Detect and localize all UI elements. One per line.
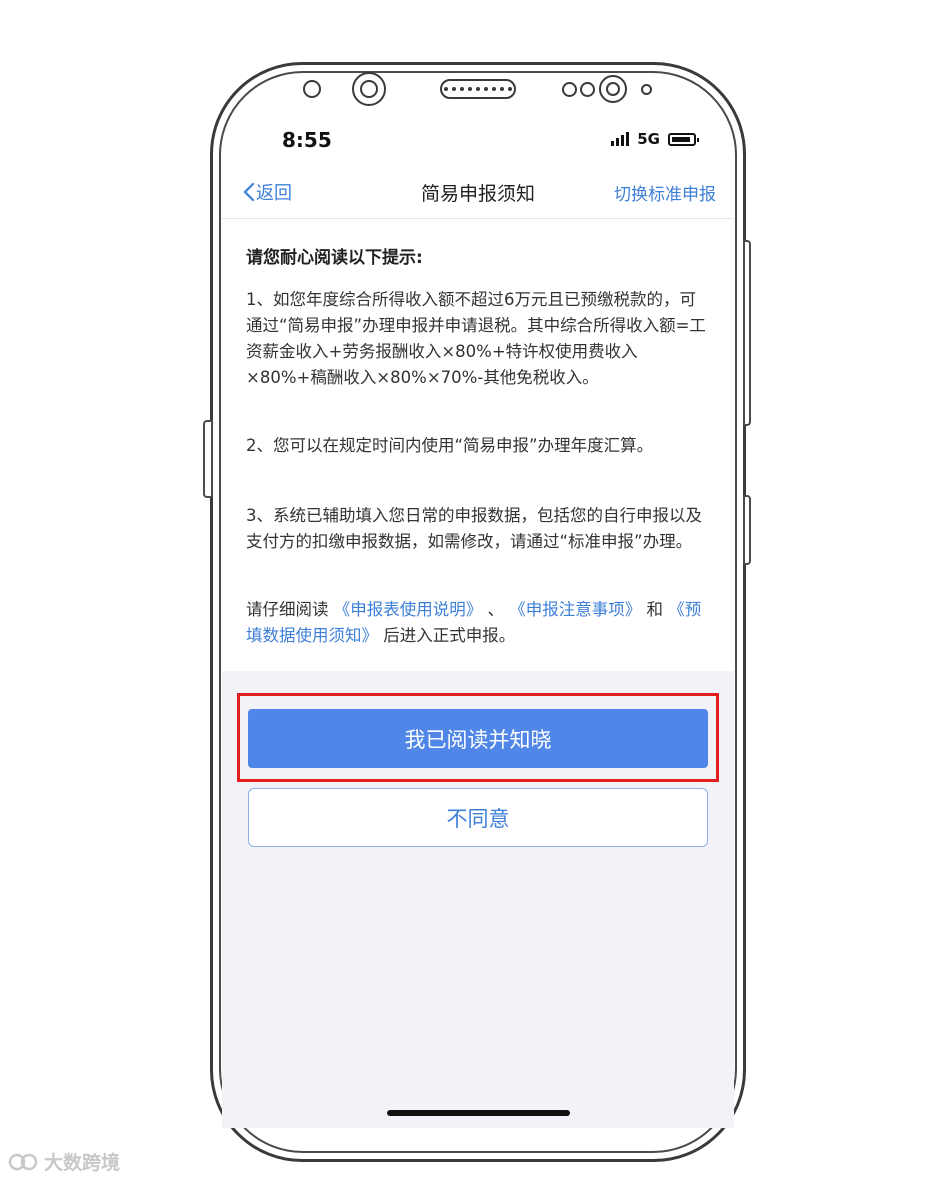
phone-side-button-right-bottom — [743, 495, 751, 565]
notice-item-2: 2、您可以在规定时间内使用“简易申报”办理年度汇算。 — [246, 436, 654, 455]
notice-item-1: 1、如您年度综合所得收入额不超过6万元且已预缴税款的，可通过“简易申报”办理申报… — [246, 290, 706, 387]
watermark-text: 大数跨境 — [44, 1152, 121, 1174]
battery-icon — [668, 132, 699, 146]
link-filing-notes[interactable]: 《申报注意事项》 — [509, 600, 641, 619]
switch-standard-link[interactable]: 切换标准申报 — [614, 180, 716, 205]
signal-icon — [611, 132, 630, 146]
link-form-instructions[interactable]: 《申报表使用说明》 — [334, 600, 483, 619]
phone-screen: 8:55 5G 返回 简易申报须知 切换标准申报 请您耐心阅读以下提示: 1、如… — [222, 108, 734, 1128]
front-camera-icon — [352, 72, 386, 106]
proximity-sensor-icon — [303, 80, 321, 98]
phone-side-button-right-top — [743, 240, 751, 426]
rear-lens-icon — [599, 75, 627, 103]
home-indicator[interactable] — [387, 1110, 570, 1116]
separator: 、 — [487, 600, 505, 619]
phone-side-button-left — [203, 420, 213, 498]
watermark-logo-icon — [8, 1153, 38, 1170]
status-indicators: 5G — [611, 130, 699, 148]
sensor-dot-icon — [562, 82, 577, 97]
sensor-dot-icon — [580, 82, 595, 97]
watermark: 大数跨境 — [8, 1148, 120, 1175]
notice-item-3: 3、系统已辅助填入您日常的申报数据，包括您的自行申报以及支付方的扣缴申报数据，如… — [246, 506, 702, 551]
separator: 和 — [646, 600, 664, 619]
flash-dot-icon — [641, 84, 652, 95]
notice-prefix: 请仔细阅读 — [246, 600, 329, 619]
nav-bar: 返回 简易申报须知 切换标准申报 — [222, 170, 734, 219]
notice-suffix: 后进入正式申报。 — [383, 626, 516, 645]
status-time: 8:55 — [282, 128, 332, 152]
notice-content: 请您耐心阅读以下提示: 1、如您年度综合所得收入额不超过6万元且已预缴税款的，可… — [222, 219, 734, 671]
notice-links-paragraph: 请仔细阅读 《申报表使用说明》 、 《申报注意事项》 和 《预填数据使用须知》 … — [246, 597, 712, 649]
notice-heading: 请您耐心阅读以下提示: — [246, 248, 423, 268]
status-bar: 8:55 5G — [222, 108, 734, 170]
earpiece-speaker-icon — [440, 79, 516, 99]
network-type: 5G — [637, 130, 660, 148]
disagree-button[interactable]: 不同意 — [248, 788, 708, 847]
agree-button[interactable]: 我已阅读并知晓 — [248, 709, 708, 768]
